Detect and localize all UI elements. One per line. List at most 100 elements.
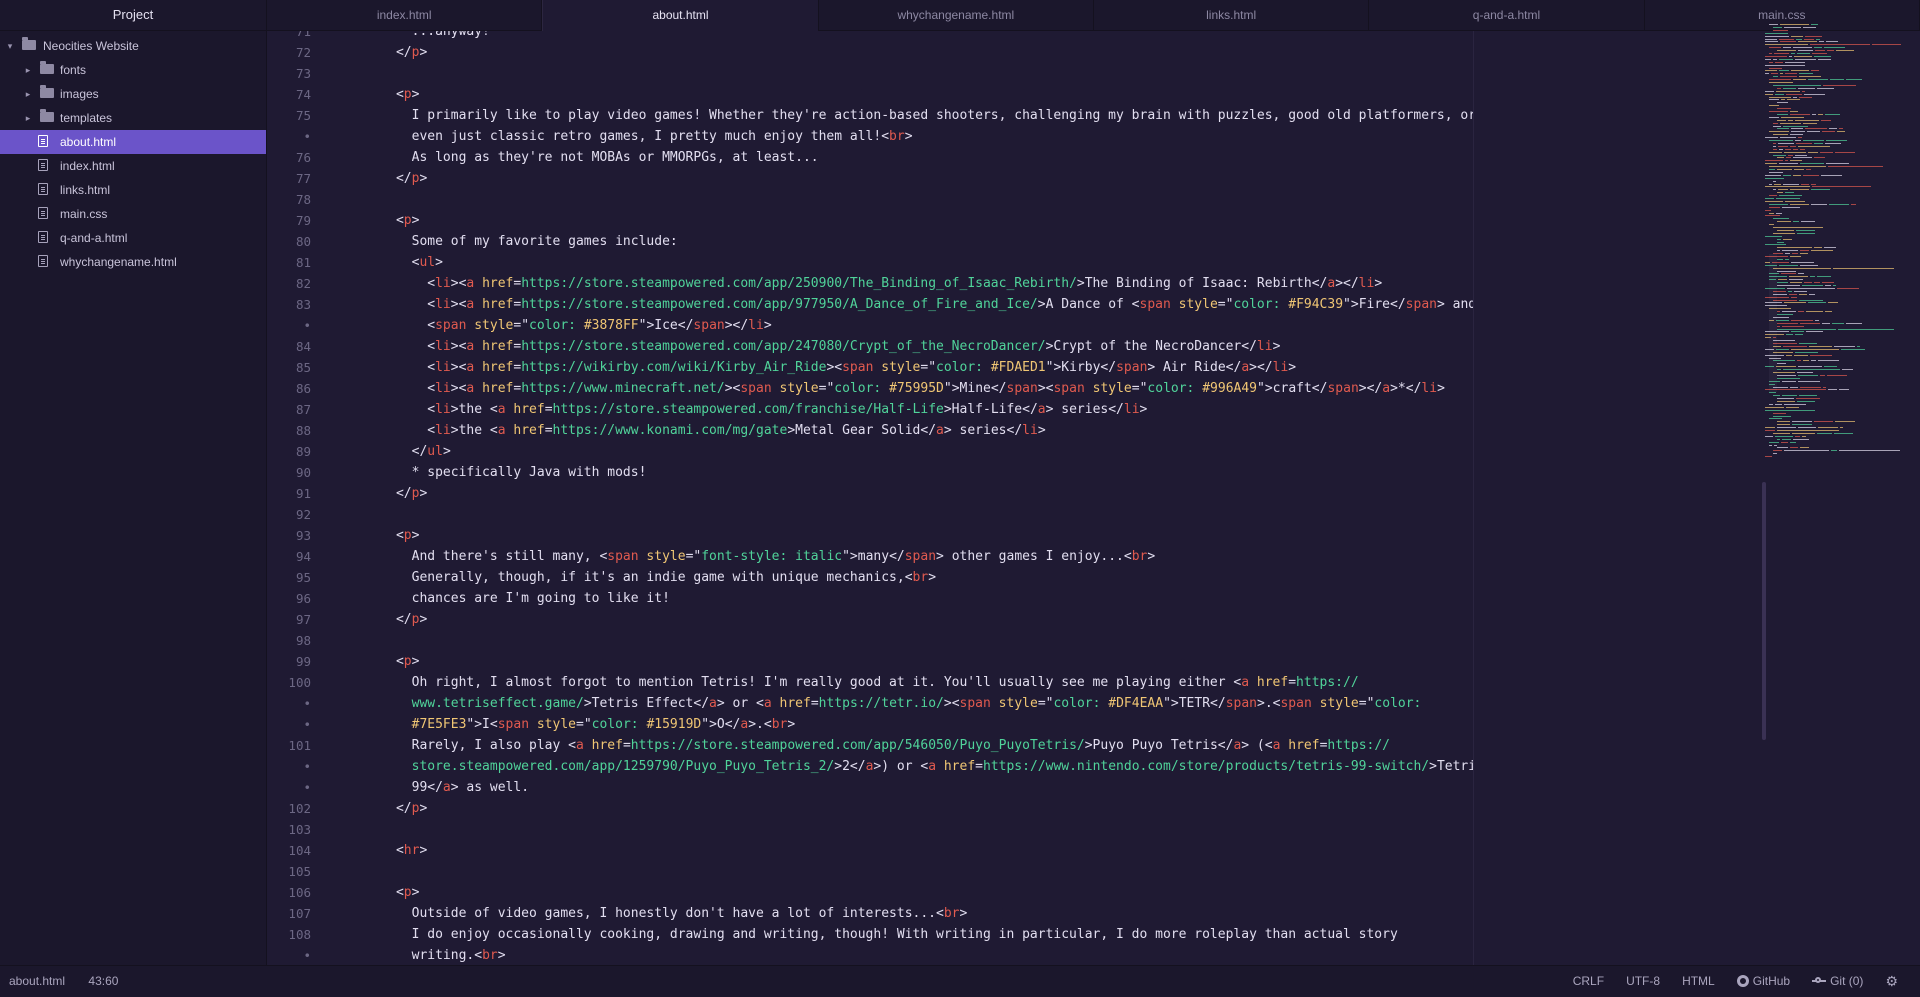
status-encoding[interactable]: UTF-8 <box>1626 966 1660 996</box>
minimap-line <box>1773 148 1777 150</box>
code-line[interactable]: <li><a href=https://store.steampowered.c… <box>349 336 1473 357</box>
minimap-line <box>1785 160 1788 162</box>
status-line-ending[interactable]: CRLF <box>1573 966 1604 996</box>
code-line[interactable]: * specifically Java with mods! <box>349 462 1473 483</box>
code-line[interactable]: <li><a href=https://wikirby.com/wiki/Kir… <box>349 357 1473 378</box>
minimap-line <box>1769 61 1773 63</box>
minimap-line <box>1784 302 1806 304</box>
code-line[interactable]: <li>the <a href=https://www.konami.com/m… <box>349 420 1473 441</box>
code-line[interactable]: <p> <box>349 210 1473 231</box>
status-cursor-position[interactable]: 43:60 <box>88 974 118 988</box>
code-line[interactable]: <p> <box>349 651 1473 672</box>
tab-bar: index.html about.html whychangename.html li… <box>267 0 1920 31</box>
tree-file-whychangename-html[interactable]: whychangename.html <box>0 250 266 274</box>
minimap-line <box>1780 73 1783 75</box>
minimap-line <box>1769 203 1788 205</box>
code-line[interactable]: <span style="color: #3878FF">Ice</span><… <box>349 315 1473 336</box>
tab-q-and-a-html[interactable]: q-and-a.html <box>1369 0 1645 30</box>
chevron-right-icon: ▸ <box>25 113 31 123</box>
code-line[interactable]: <li>the <a href=https://store.steampower… <box>349 399 1473 420</box>
tab-whychangename-html[interactable]: whychangename.html <box>819 0 1094 30</box>
code-line[interactable]: chances are I'm going to like it! <box>349 588 1473 609</box>
tab-about-html[interactable]: about.html <box>542 0 819 31</box>
code-line[interactable]: www.tetriseffect.game/>Tetris Effect</a>… <box>349 693 1473 714</box>
minimap-line <box>1791 70 1809 72</box>
code-line[interactable]: #7E5FE3">I<span style="color: #15919D">O… <box>349 714 1473 735</box>
tree-folder-images[interactable]: ▸ images <box>0 82 266 106</box>
status-github[interactable]: GitHub <box>1736 966 1790 996</box>
code-line[interactable]: </p> <box>349 42 1473 63</box>
minimap-line <box>1785 258 1789 260</box>
code-line[interactable]: </ul> <box>349 441 1473 462</box>
code-line[interactable] <box>349 189 1473 210</box>
code-line[interactable]: <p> <box>349 882 1473 903</box>
file-icon <box>38 255 48 267</box>
minimap-line <box>1777 447 1788 449</box>
code-line[interactable]: I do enjoy occasionally cooking, drawing… <box>349 924 1473 945</box>
minimap[interactable] <box>1765 24 1920 464</box>
minimap-line <box>1837 287 1859 289</box>
minimap-line <box>1765 58 1771 60</box>
code-line[interactable]: </p> <box>349 609 1473 630</box>
minimap-line <box>1765 198 1774 199</box>
tab-index-html[interactable]: index.html <box>267 0 543 30</box>
code-line[interactable] <box>349 819 1473 840</box>
editor-scrollbar[interactable] <box>1762 482 1766 740</box>
code-line[interactable]: Rarely, I also play <a href=https://stor… <box>349 735 1473 756</box>
code-line[interactable]: ...anyway! <box>349 31 1473 42</box>
minimap-line <box>1775 435 1793 437</box>
code-line[interactable]: Outside of video games, I honestly don't… <box>349 903 1473 924</box>
file-icon <box>38 231 48 243</box>
code-line[interactable]: Some of my favorite games include: <box>349 231 1473 252</box>
code-line[interactable] <box>349 630 1473 651</box>
code-line[interactable]: <li><a href=https://www.minecraft.net/><… <box>349 378 1473 399</box>
code-line[interactable]: </p> <box>349 798 1473 819</box>
code-line[interactable]: Oh right, I almost forgot to mention Tet… <box>349 672 1473 693</box>
code-line[interactable]: 99</a> as well. <box>349 777 1473 798</box>
code-line[interactable]: <li><a href=https://store.steampowered.c… <box>349 273 1473 294</box>
minimap-line <box>1805 128 1827 130</box>
code-line[interactable]: <hr> <box>349 840 1473 861</box>
code-line[interactable]: Generally, though, if it's an indie game… <box>349 567 1473 588</box>
code-line[interactable] <box>349 861 1473 882</box>
tree-file-q-and-a-html[interactable]: q-and-a.html <box>0 226 266 250</box>
minimap-line <box>1846 322 1862 324</box>
code-line[interactable] <box>349 504 1473 525</box>
code-line[interactable]: even just classic retro games, I pretty … <box>349 126 1473 147</box>
tree-folder-fonts[interactable]: ▸ fonts <box>0 58 266 82</box>
minimap-line <box>1783 174 1791 176</box>
code-editor[interactable]: 71 72 73 74 75 • 76 77 78 79 80 81 82 83 • 84 85 86 87 88 89… <box>267 31 1473 966</box>
minimap-line <box>1818 58 1831 60</box>
code-line[interactable] <box>349 63 1473 84</box>
code-line[interactable]: </p> <box>349 168 1473 189</box>
tree-file-index-html[interactable]: index.html <box>0 154 266 178</box>
code-line[interactable]: <ul> <box>349 252 1473 273</box>
code-line[interactable]: </p> <box>349 483 1473 504</box>
status-git[interactable]: Git (0) <box>1812 966 1863 996</box>
code-lines[interactable]: ...anyway! </p> <p> I primarily like to … <box>349 31 1473 966</box>
minimap-line <box>1769 24 1778 25</box>
minimap-viewport[interactable] <box>1769 254 1777 392</box>
minimap-line <box>1824 247 1836 249</box>
settings-gear-icon[interactable]: ⚙ <box>1885 966 1898 996</box>
tree-file-links-html[interactable]: links.html <box>0 178 266 202</box>
line-number-gutter: 71 72 73 74 75 • 76 77 78 79 80 81 82 83 • 84 85 86 87 88 89… <box>267 31 311 966</box>
code-line[interactable]: <p> <box>349 84 1473 105</box>
code-line[interactable]: writing.<br> <box>349 945 1473 966</box>
code-line[interactable]: store.steampowered.com/app/1259790/Puyo_… <box>349 756 1473 777</box>
tree-folder-templates[interactable]: ▸ templates <box>0 106 266 130</box>
status-file-path[interactable]: about.html <box>9 974 65 988</box>
minimap-line <box>1817 87 1834 89</box>
status-grammar[interactable]: HTML <box>1682 966 1715 996</box>
code-line[interactable]: As long as they're not MOBAs or MMORPGs,… <box>349 147 1473 168</box>
tab-links-html[interactable]: links.html <box>1094 0 1370 30</box>
tree-root-folder[interactable]: ▾ Neocities Website <box>0 34 266 58</box>
minimap-line <box>1790 441 1796 443</box>
minimap-line <box>1827 50 1834 52</box>
code-line[interactable]: <p> <box>349 525 1473 546</box>
code-line[interactable]: <li><a href=https://store.steampowered.c… <box>349 294 1473 315</box>
code-line[interactable]: And there's still many, <span style="fon… <box>349 546 1473 567</box>
tree-file-about-html[interactable]: about.html <box>0 130 266 154</box>
tree-file-main-css[interactable]: main.css <box>0 202 266 226</box>
code-line[interactable]: I primarily like to play video games! Wh… <box>349 105 1473 126</box>
